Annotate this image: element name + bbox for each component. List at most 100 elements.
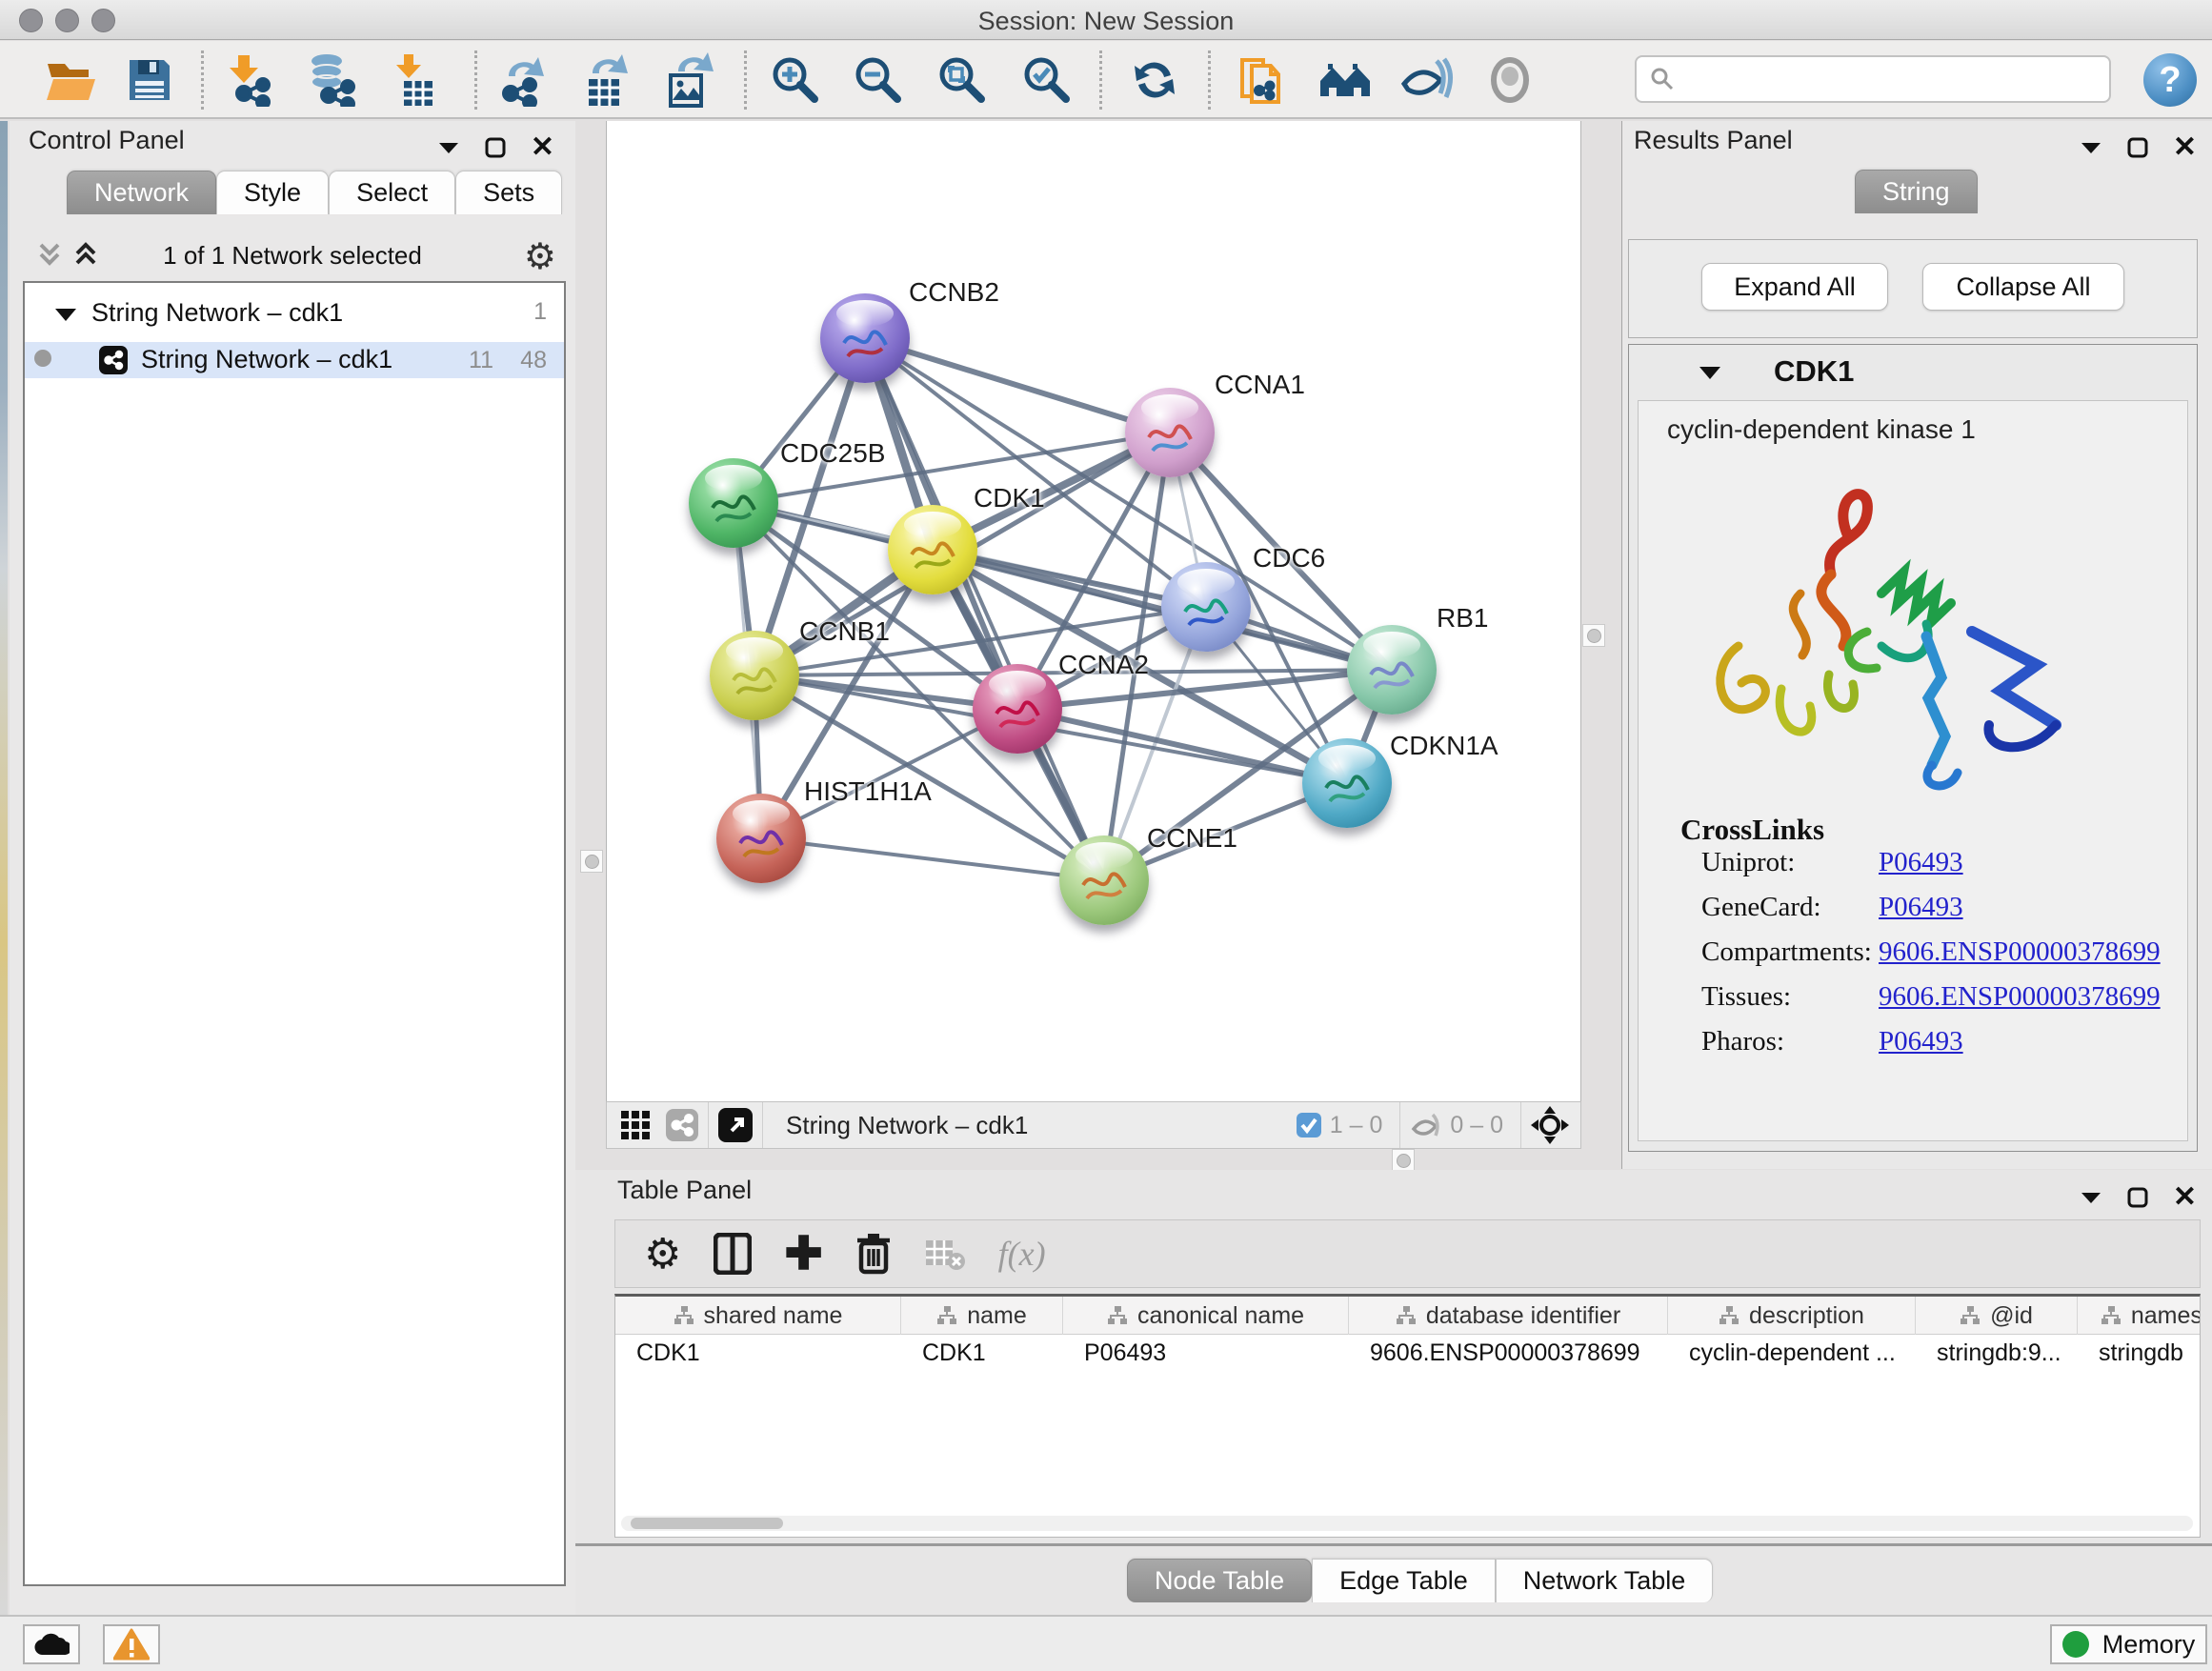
create-column-plus-icon[interactable]: ✚ (784, 1227, 822, 1280)
help-button[interactable]: ? (2143, 53, 2197, 107)
crosslink-link[interactable]: P06493 (1879, 892, 1963, 923)
panel-menu-chevron-icon[interactable] (437, 140, 460, 155)
column-header-canonical-name[interactable]: canonical name (1063, 1297, 1349, 1335)
table-cell[interactable]: CDK1 (615, 1335, 901, 1371)
table-cell[interactable]: 9606.ENSP00000378699 (1349, 1335, 1668, 1371)
crosslink-link[interactable]: P06493 (1879, 1026, 1963, 1057)
node-ccnb1[interactable] (710, 631, 799, 720)
export-table-button[interactable] (577, 52, 633, 108)
delete-column-trash-icon[interactable] (855, 1232, 892, 1276)
zoom-fit-button[interactable] (935, 52, 990, 108)
crosslink-link[interactable]: P06493 (1879, 847, 1963, 878)
node-cdc6[interactable] (1161, 562, 1251, 652)
tab-network-table[interactable]: Network Table (1496, 1559, 1714, 1602)
show-columns-icon[interactable] (714, 1233, 752, 1275)
zoom-in-button[interactable] (768, 52, 823, 108)
expand-all-button[interactable]: Expand All (1701, 263, 1888, 311)
crosslink-link[interactable]: 9606.ENSP00000378699 (1879, 981, 2161, 1013)
tab-select[interactable]: Select (329, 171, 455, 214)
table-row[interactable]: CDK1CDK1P064939606.ENSP00000378699cyclin… (615, 1335, 2201, 1371)
crosslink-link[interactable]: 9606.ENSP00000378699 (1879, 936, 2161, 968)
export-image-button[interactable] (661, 52, 716, 108)
network-edge[interactable] (761, 838, 1104, 880)
import-network-from-database-button[interactable] (303, 52, 358, 108)
export-network-button[interactable] (495, 52, 551, 108)
selected-checkbox-icon[interactable] (1296, 1112, 1322, 1138)
node-ccnb2[interactable] (820, 293, 910, 383)
column-header--id[interactable]: @id (1916, 1297, 2078, 1335)
panel-close-icon[interactable]: ✕ (531, 131, 554, 164)
tab-sets[interactable]: Sets (455, 171, 562, 214)
panel-float-icon[interactable] (2127, 1187, 2148, 1208)
delete-table-icon[interactable] (924, 1237, 966, 1271)
panel-float-icon[interactable] (2127, 137, 2148, 158)
node-label-cdc6: CDC6 (1253, 543, 1325, 574)
gene-header-row[interactable]: CDK1 (1629, 345, 2197, 398)
panel-menu-chevron-icon[interactable] (2080, 140, 2102, 155)
section-expander-icon[interactable] (1698, 364, 1722, 381)
grid-view-icon[interactable] (620, 1110, 651, 1140)
table-cell[interactable]: stringdb:9... (1916, 1335, 2078, 1371)
column-header-namespace[interactable]: namespace (2078, 1297, 2201, 1335)
open-session-button[interactable] (44, 52, 99, 108)
column-header-description[interactable]: description (1668, 1297, 1916, 1335)
hide-selected-button[interactable] (1398, 52, 1454, 108)
zoom-selected-button[interactable] (1019, 52, 1075, 108)
node-cdkn1a[interactable] (1302, 738, 1392, 828)
tab-style[interactable]: Style (216, 171, 329, 214)
table-cell[interactable]: P06493 (1063, 1335, 1349, 1371)
clone-network-button[interactable] (1235, 52, 1290, 108)
function-builder-fx-icon[interactable]: f(x) (998, 1234, 1046, 1274)
horizontal-splitter-handle[interactable] (1392, 1149, 1415, 1172)
network-canvas[interactable]: CCNB2CCNA1CDC25BCDK1CDC6RB1CCNB1CCNA2CDK… (606, 121, 1581, 1101)
tree-expander-icon[interactable] (53, 306, 78, 323)
node-table[interactable]: shared namenamecanonical namedatabase id… (614, 1294, 2201, 1538)
left-splitter-handle[interactable] (580, 850, 603, 873)
node-hist1h1a[interactable] (716, 794, 806, 883)
gear-icon[interactable]: ⚙ (524, 235, 556, 278)
network-collection-row[interactable]: String Network – cdk1 1 (25, 298, 564, 331)
node-cdk1[interactable] (888, 505, 977, 594)
table-cell[interactable]: CDK1 (901, 1335, 1063, 1371)
open-in-window-icon[interactable] (718, 1108, 753, 1142)
tab-node-table[interactable]: Node Table (1127, 1559, 1312, 1602)
zoom-out-button[interactable] (851, 52, 906, 108)
network-row-selected[interactable]: String Network – cdk1 11 48 (25, 342, 564, 378)
search-input[interactable] (1684, 66, 2109, 93)
panel-close-icon[interactable]: ✕ (2173, 131, 2197, 164)
first-neighbors-button[interactable] (1317, 52, 1373, 108)
right-splitter-handle[interactable] (1582, 624, 1605, 647)
birds-eye-crosshair-icon[interactable] (1531, 1106, 1569, 1144)
tab-string[interactable]: String (1855, 170, 1978, 213)
panel-menu-chevron-icon[interactable] (2080, 1190, 2102, 1205)
tab-edge-table[interactable]: Edge Table (1312, 1559, 1496, 1602)
panel-close-icon[interactable]: ✕ (2173, 1180, 2197, 1214)
node-ccna2[interactable] (973, 664, 1062, 754)
table-cell[interactable]: cyclin-dependent ... (1668, 1335, 1916, 1371)
table-cell[interactable]: stringdb (2078, 1335, 2201, 1371)
scrollbar-thumb[interactable] (631, 1518, 783, 1529)
column-header-name[interactable]: name (901, 1297, 1063, 1335)
panel-float-icon[interactable] (485, 137, 506, 158)
warnings-button[interactable] (103, 1624, 160, 1664)
memory-button[interactable]: Memory (2050, 1624, 2207, 1664)
network-share-icon[interactable] (666, 1109, 698, 1141)
column-header-shared-name[interactable]: shared name (615, 1297, 901, 1335)
table-horizontal-scrollbar[interactable] (621, 1516, 2193, 1531)
node-ccna1[interactable] (1125, 388, 1215, 477)
show-all-button[interactable] (1482, 52, 1538, 108)
network-edge[interactable] (865, 338, 1170, 433)
apply-style-refresh-button[interactable] (1127, 52, 1182, 108)
cloud-status-button[interactable] (23, 1624, 80, 1664)
node-cdc25b[interactable] (689, 458, 778, 548)
save-session-button[interactable] (122, 52, 177, 108)
node-ccne1[interactable] (1059, 836, 1149, 925)
import-table-button[interactable] (389, 52, 444, 108)
table-settings-gear-icon[interactable]: ⚙ (644, 1230, 681, 1278)
node-rb1[interactable] (1347, 625, 1437, 715)
tab-network[interactable]: Network (67, 171, 216, 214)
column-header-database-identifier[interactable]: database identifier (1349, 1297, 1668, 1335)
import-network-file-button[interactable] (221, 52, 276, 108)
hidden-eye-icon[interactable] (1410, 1112, 1442, 1138)
collapse-all-button[interactable]: Collapse All (1922, 263, 2124, 311)
